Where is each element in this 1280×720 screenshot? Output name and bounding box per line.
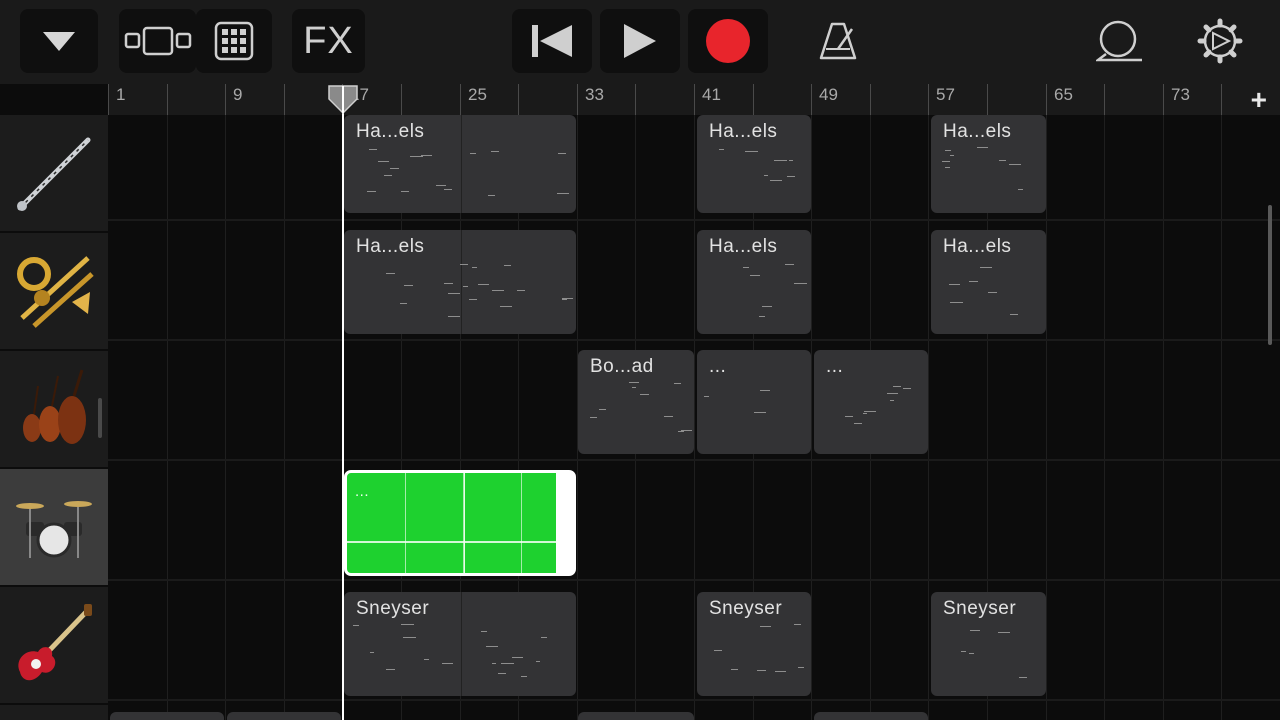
- ruler-tick: [1104, 84, 1105, 115]
- ruler-label: 9: [233, 85, 243, 104]
- go-to-beginning-button[interactable]: [512, 9, 592, 73]
- vertical-scrollbar[interactable]: [1268, 205, 1272, 345]
- oboe-icon: [17, 137, 91, 211]
- ruler-tick: [1163, 84, 1164, 115]
- ruler-label: 73: [1171, 85, 1190, 104]
- bass-guitar-icon: [18, 604, 92, 681]
- ruler-tick: [577, 84, 578, 115]
- add-section-button[interactable]: +: [1251, 84, 1267, 115]
- region-track-1-0[interactable]: Ha...els: [344, 230, 576, 334]
- region-track-5-3[interactable]: [814, 712, 928, 720]
- tracks-view-icon: [124, 26, 191, 56]
- track-header-oboe[interactable]: [0, 115, 108, 233]
- region-name: Ha...els: [709, 236, 778, 257]
- region-name: ...: [355, 483, 370, 500]
- ruler-tick: [987, 84, 988, 115]
- fx-button[interactable]: FX: [292, 9, 365, 73]
- metronome-button[interactable]: [800, 9, 876, 73]
- ruler-tick: [225, 84, 226, 115]
- ruler-label: 41: [702, 85, 721, 104]
- region-name: Ha...els: [356, 121, 425, 142]
- ruler-label: 33: [585, 85, 604, 104]
- track-header-brass[interactable]: [0, 233, 108, 351]
- ruler-tick: [108, 84, 109, 115]
- fx-label: FX: [303, 19, 354, 62]
- control-bar: FX: [0, 0, 1280, 84]
- region-name: ...: [709, 356, 727, 377]
- track-header-bass[interactable]: [0, 587, 108, 705]
- region-track-5-2[interactable]: [578, 712, 694, 720]
- ruler-tick: [460, 84, 461, 115]
- region-track-4-0[interactable]: Sneyser: [344, 592, 576, 696]
- ruler-label: 25: [468, 85, 487, 104]
- region-name: Ha...els: [943, 121, 1012, 142]
- loop-handle-icon[interactable]: ↻: [560, 517, 573, 537]
- track-header-resize-handle[interactable]: [98, 398, 102, 438]
- region-track-4-1[interactable]: Sneyser: [697, 592, 811, 696]
- ruler-tick: [1221, 84, 1222, 115]
- ruler-tick: [928, 84, 929, 115]
- region-name: Sneyser: [709, 598, 783, 619]
- region-track-1-1[interactable]: Ha...els: [697, 230, 811, 334]
- metronome-icon: [819, 22, 857, 60]
- record-icon: [706, 19, 750, 63]
- tracks-area[interactable]: Ha...els Ha...els Ha...els Ha...els Ha..…: [108, 115, 1280, 720]
- ruler-label: 65: [1054, 85, 1073, 104]
- region-name: Ha...els: [356, 236, 425, 257]
- track-header-strings[interactable]: [0, 351, 108, 469]
- ruler-tick: [284, 84, 285, 115]
- strings-icon: [23, 369, 86, 444]
- region-name: Bo...ad: [590, 356, 654, 377]
- ruler-tick: [1046, 84, 1047, 115]
- track-headers: [0, 115, 108, 720]
- region-track-2-2[interactable]: ...: [814, 350, 928, 454]
- tracks-view-button[interactable]: [119, 9, 196, 73]
- region-name: Ha...els: [709, 121, 778, 142]
- ruler-tick: [811, 84, 812, 115]
- region-track-2-0[interactable]: Bo...ad: [578, 350, 694, 454]
- region-track-5-0[interactable]: [110, 712, 224, 720]
- triangle-down-icon: [43, 32, 75, 51]
- record-button[interactable]: [688, 9, 768, 73]
- ruler-label: 49: [819, 85, 838, 104]
- rewind-to-start-icon: [532, 25, 572, 57]
- settings-button[interactable]: [1182, 9, 1258, 73]
- region-track-5-1[interactable]: [227, 712, 341, 720]
- ruler-tick: [167, 84, 168, 115]
- region-track-2-1[interactable]: ...: [697, 350, 811, 454]
- region-name: Ha...els: [943, 236, 1012, 257]
- timeline-ruler[interactable]: 1 9 17 25 33 41 49 57 65 73 +: [108, 84, 1280, 115]
- playhead-line: [342, 98, 344, 720]
- play-icon: [624, 24, 656, 58]
- track-header-drums[interactable]: [0, 469, 108, 587]
- region-track-1-2[interactable]: Ha...els: [931, 230, 1046, 334]
- loop-browser-button[interactable]: [1082, 9, 1158, 73]
- playhead-handle-icon[interactable]: [328, 85, 358, 115]
- ruler-tick: [870, 84, 871, 115]
- region-name: Sneyser: [943, 598, 1017, 619]
- ruler-tick: [401, 84, 402, 115]
- instrument-grid-button[interactable]: [196, 9, 272, 73]
- region-name: Sneyser: [356, 598, 430, 619]
- region-track-0-2[interactable]: Ha...els: [931, 115, 1046, 213]
- region-track-4-2[interactable]: Sneyser: [931, 592, 1046, 696]
- play-button[interactable]: [600, 9, 680, 73]
- gear-icon: [1197, 18, 1243, 64]
- browser-menu-button[interactable]: [20, 9, 98, 73]
- ruler-tick: [518, 84, 519, 115]
- region-name: ...: [826, 356, 844, 377]
- region-track-0-1[interactable]: Ha...els: [697, 115, 811, 213]
- ruler-tick: [694, 84, 695, 115]
- grid-icon: [214, 21, 254, 61]
- loop-icon: [1096, 20, 1142, 62]
- region-track-0-0[interactable]: Ha...els: [344, 115, 576, 213]
- brass-icon: [17, 256, 94, 328]
- ruler-tick: [753, 84, 754, 115]
- drum-kit-icon: [16, 501, 92, 558]
- ruler-label: 57: [936, 85, 955, 104]
- region-track-3-selected[interactable]: ... ↻: [344, 470, 576, 576]
- ruler-label: 1: [116, 85, 126, 104]
- ruler-tick: [635, 84, 636, 115]
